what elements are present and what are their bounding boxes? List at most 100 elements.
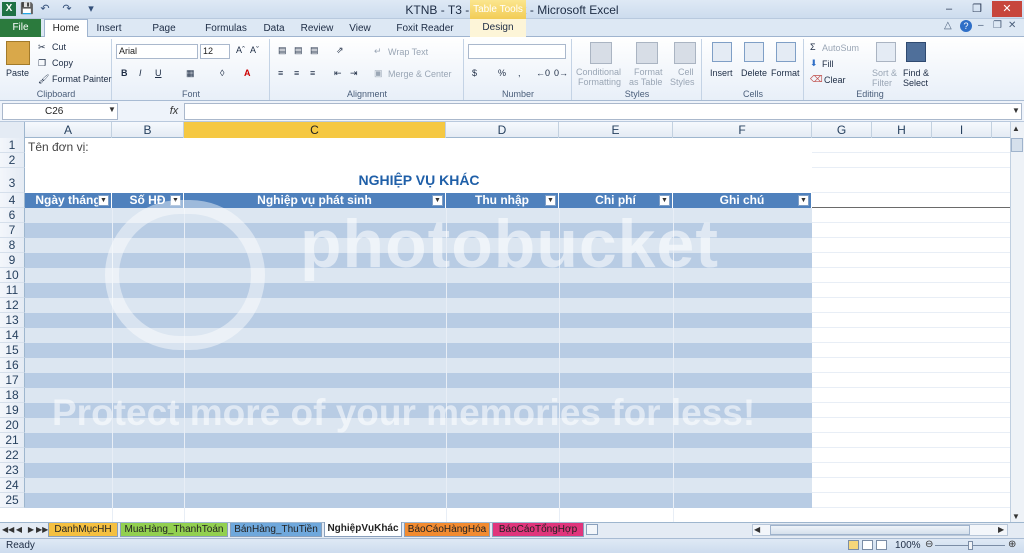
format-as-table-line2[interactable]: as Table: [629, 77, 662, 87]
column-header-i[interactable]: I: [932, 122, 992, 138]
format-cells-icon[interactable]: [776, 42, 796, 62]
formula-input[interactable]: [184, 103, 1022, 120]
tab-data[interactable]: Data: [260, 20, 288, 37]
row-header-8[interactable]: 8: [0, 238, 25, 253]
ribbon-minimize-icon[interactable]: △: [944, 20, 952, 31]
table-row-23[interactable]: [25, 463, 812, 478]
find-select-icon[interactable]: [906, 42, 926, 62]
vertical-scrollbar[interactable]: [1010, 122, 1024, 522]
cell-styles-line2[interactable]: Styles: [670, 77, 695, 87]
row-header-25[interactable]: 25: [0, 493, 25, 508]
cell-styles-icon[interactable]: [674, 42, 696, 64]
row-header-24[interactable]: 24: [0, 478, 25, 493]
column-header-h[interactable]: H: [872, 122, 932, 138]
wrap-text-button[interactable]: Wrap Text: [388, 47, 428, 57]
find-select-line2[interactable]: Select: [903, 78, 928, 88]
sort-filter-line1[interactable]: Sort &: [872, 68, 897, 78]
tab-home[interactable]: Home: [44, 19, 88, 38]
tab-review[interactable]: Review: [300, 20, 334, 37]
row-header-12[interactable]: 12: [0, 298, 25, 313]
row-header-14[interactable]: 14: [0, 328, 25, 343]
normal-view-icon[interactable]: [848, 540, 859, 550]
align-right-icon[interactable]: ≡: [310, 68, 315, 78]
tab-design[interactable]: Design: [470, 19, 526, 37]
grow-font-icon[interactable]: Aˆ: [236, 45, 245, 55]
orientation-icon[interactable]: ⇗: [336, 45, 344, 56]
column-header-a[interactable]: A: [25, 122, 112, 138]
column-header-g[interactable]: G: [812, 122, 872, 138]
currency-button[interactable]: $: [472, 68, 477, 78]
autosum-icon[interactable]: Σ: [810, 42, 816, 52]
column-header-c[interactable]: C: [184, 122, 446, 138]
format-cells-button[interactable]: Format: [771, 68, 800, 78]
column-header-e[interactable]: E: [559, 122, 673, 138]
scroll-up-icon[interactable]: ▲: [1012, 124, 1020, 133]
row-header-2[interactable]: 2: [0, 153, 25, 168]
sheet-title-cell[interactable]: NGHIỆP VỤ KHÁC: [184, 172, 654, 188]
sort-filter-icon[interactable]: [876, 42, 896, 62]
zoom-slider-thumb[interactable]: [968, 541, 973, 550]
merge-center-icon[interactable]: ▣: [374, 68, 383, 79]
zoom-out-icon[interactable]: ⊖: [925, 539, 933, 550]
row-header-11[interactable]: 11: [0, 283, 25, 298]
italic-icon[interactable]: I: [139, 68, 142, 78]
name-box[interactable]: C26: [2, 103, 118, 120]
sheet-tab[interactable]: NghiệpVụKhác: [324, 522, 402, 537]
row-header-9[interactable]: 9: [0, 253, 25, 268]
tab-foxit-reader-pdf[interactable]: Foxit Reader PDF: [386, 20, 464, 51]
sheet-tab[interactable]: DanhMụcHH: [48, 523, 118, 537]
fill-icon[interactable]: ⬇: [810, 58, 818, 69]
column-header-b[interactable]: B: [112, 122, 184, 138]
zoom-in-icon[interactable]: ⊕: [1008, 539, 1016, 550]
row-header-22[interactable]: 22: [0, 448, 25, 463]
unit-label-cell[interactable]: Tên đơn vị:: [28, 140, 89, 154]
filter-dropdown-icon[interactable]: ▼: [98, 195, 109, 206]
clear-button[interactable]: Clear: [824, 75, 846, 85]
align-top-icon[interactable]: ▤: [278, 45, 287, 56]
sheet-tab[interactable]: BáoCáoHàngHóa: [404, 523, 490, 537]
fill-button[interactable]: Fill: [822, 59, 834, 69]
last-sheet-icon[interactable]: ▶▶: [36, 524, 48, 536]
tab-file[interactable]: File: [0, 19, 41, 37]
row-header-17[interactable]: 17: [0, 373, 25, 388]
table-row-24[interactable]: [25, 478, 812, 493]
row-header-19[interactable]: 19: [0, 403, 25, 418]
font-name-select[interactable]: Arial: [116, 44, 198, 59]
align-left-icon[interactable]: ≡: [278, 68, 283, 78]
insert-cells-button[interactable]: Insert: [710, 68, 733, 78]
table-row-21[interactable]: [25, 433, 812, 448]
decrease-decimal-icon[interactable]: 0→: [554, 68, 568, 78]
select-all-button[interactable]: [0, 122, 25, 138]
bold-icon[interactable]: B: [121, 68, 128, 78]
find-select-line1[interactable]: Find &: [903, 68, 929, 78]
cut-button[interactable]: Cut: [52, 42, 66, 52]
format-painter-button[interactable]: Format Painter: [52, 74, 112, 84]
align-center-icon[interactable]: ≡: [294, 68, 299, 78]
scroll-right-icon[interactable]: ▶: [998, 525, 1004, 534]
number-format-select[interactable]: [468, 44, 566, 59]
horizontal-scroll-thumb[interactable]: [770, 525, 970, 535]
sheet-tab[interactable]: BánHàng_ThuTiền: [230, 523, 322, 537]
row-header-20[interactable]: 20: [0, 418, 25, 433]
vertical-scroll-thumb[interactable]: [1011, 138, 1023, 152]
maximize-icon[interactable]: ❐: [966, 1, 988, 17]
decrease-indent-icon[interactable]: ⇤: [334, 68, 342, 79]
tab-page-layout[interactable]: Page Layout: [136, 20, 192, 51]
row-header-13[interactable]: 13: [0, 313, 25, 328]
delete-cells-button[interactable]: Delete: [741, 68, 767, 78]
merge-center-button[interactable]: Merge & Center: [388, 69, 452, 79]
row-header-7[interactable]: 7: [0, 223, 25, 238]
format-painter-icon[interactable]: 🖌: [38, 74, 49, 85]
page-break-view-icon[interactable]: [876, 540, 887, 550]
table-row-16[interactable]: [25, 358, 812, 373]
row-header-3[interactable]: 3: [0, 168, 25, 193]
copy-icon[interactable]: ❐: [38, 58, 46, 69]
increase-decimal-icon[interactable]: ←0: [536, 68, 550, 78]
zoom-level[interactable]: 100%: [895, 539, 921, 552]
row-header-18[interactable]: 18: [0, 388, 25, 403]
workbook-close-icon[interactable]: ✕: [1008, 20, 1016, 31]
paste-icon[interactable]: [6, 41, 30, 65]
cell-styles-line1[interactable]: Cell: [678, 67, 694, 77]
align-middle-icon[interactable]: ▤: [294, 45, 303, 56]
workbook-restore-icon[interactable]: ❐: [993, 20, 1002, 31]
